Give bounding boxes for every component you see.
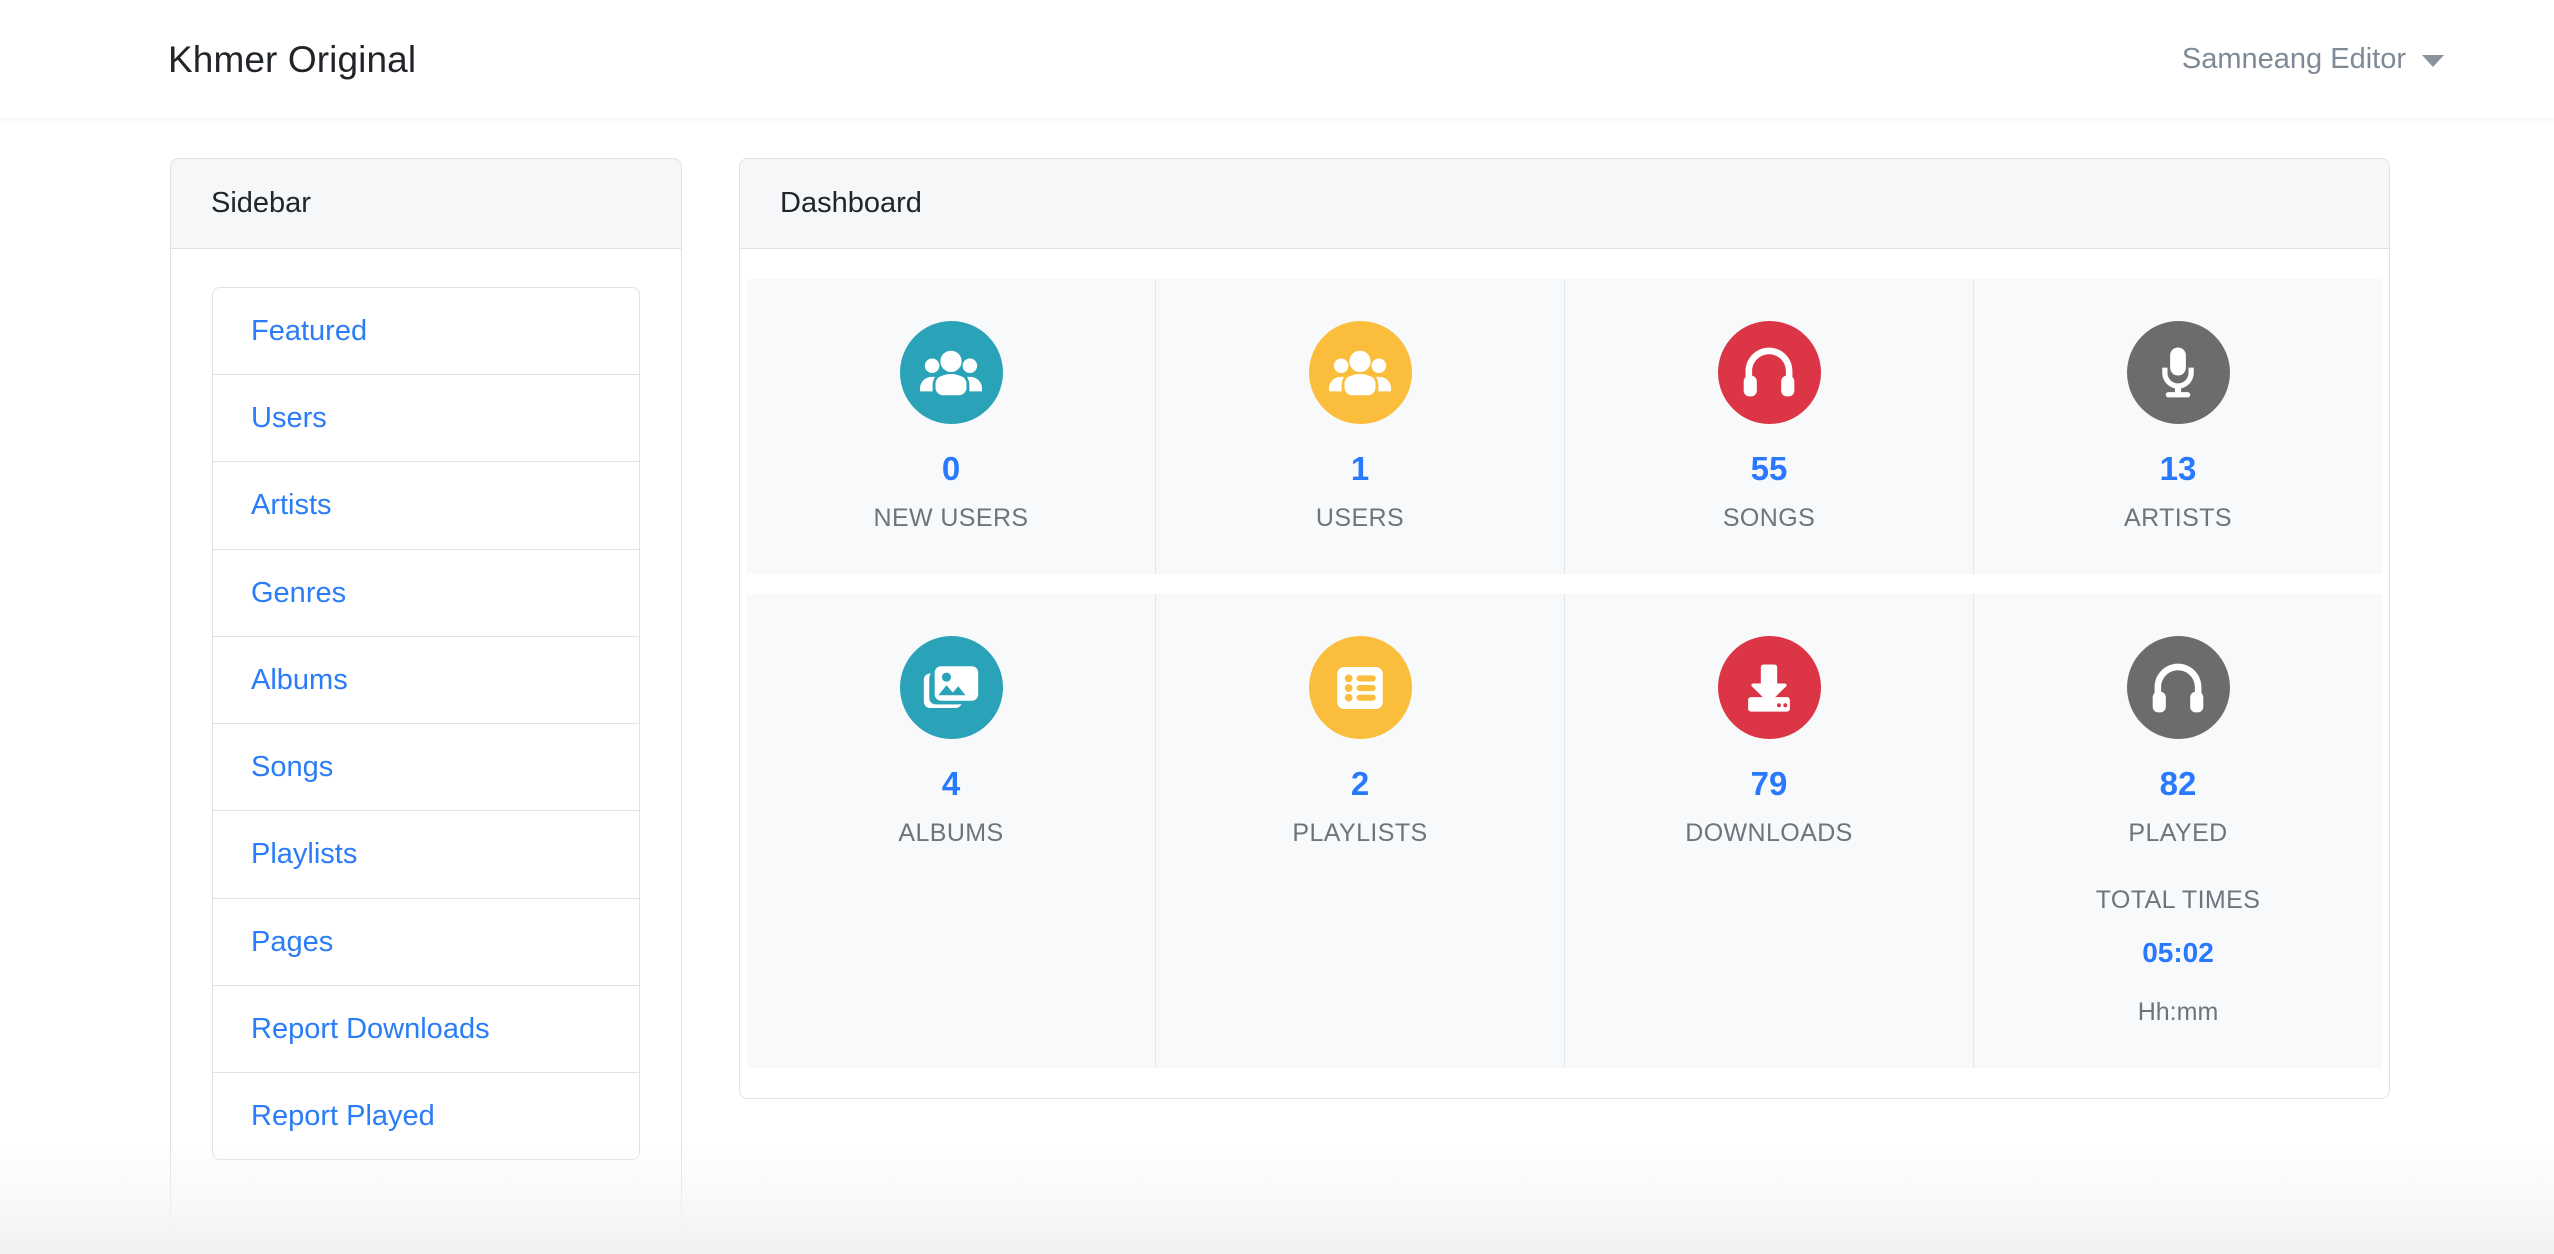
sidebar-item-report-played[interactable]: Report Played [213,1073,639,1160]
stat-label: ARTISTS [2124,503,2232,532]
stat-card-albums[interactable]: 4 ALBUMS [747,594,1155,1069]
stat-card-artists[interactable]: 13 ARTISTS [1973,278,2382,575]
stat-value: 2 [1350,765,1370,803]
stat-value: 55 [1750,449,1788,487]
stat-sub-note: Hh:mm [2137,997,2219,1026]
microphone-icon [2126,320,2230,424]
stat-card-new-users[interactable]: 0 NEW USERS [747,278,1155,575]
sidebar-item-report-downloads[interactable]: Report Downloads [213,985,639,1074]
users-group-icon [1308,320,1412,424]
dashboard-panel: Dashboard 0 NEW USERS 1 USERS 55 SONGS 13 ARTIS… [739,158,2390,1100]
stat-label: NEW USERS [873,503,1029,532]
app-brand-title[interactable]: Khmer Original [168,41,416,78]
stat-value: 13 [2159,449,2197,487]
headphones-icon [1717,320,1821,424]
sidebar-panel: Sidebar Featured Users Artists Genres Albums… [170,158,682,1254]
dashboard-body: 0 NEW USERS 1 USERS 55 SONGS 13 ARTISTS 4 ALBUMS… [740,248,2389,1099]
sidebar-item-pages[interactable]: Pages [213,898,639,986]
stat-value: 1 [1350,449,1370,487]
stat-value: 0 [941,449,961,487]
images-icon [899,636,1003,740]
stat-value: 82 [2159,765,2197,803]
main-layout: Sidebar Featured Users Artists Genres Albums… [0,158,2554,1254]
sidebar-item-featured[interactable]: Featured [213,287,639,376]
stat-label: ALBUMS [898,819,1004,848]
headphones-icon [2126,636,2230,740]
top-navbar: Khmer Original Samneang Editor [0,0,2554,118]
stat-card-playlists[interactable]: 2 PLAYLISTS [1155,594,1564,1069]
stat-label: PLAYED [2128,819,2228,848]
stat-value: 4 [941,765,961,803]
users-group-icon [899,320,1003,424]
sidebar-item-albums[interactable]: Albums [213,636,639,725]
stat-label: SONGS [1722,503,1816,532]
sidebar-title: Sidebar [171,159,681,249]
stat-label: USERS [1315,503,1405,532]
stat-sub-label: TOTAL TIMES [2095,885,2261,914]
stat-label: PLAYLISTS [1292,819,1428,848]
stat-card-songs[interactable]: 55 SONGS [1564,278,1973,575]
sidebar-item-songs[interactable]: Songs [213,724,639,812]
dashboard-title: Dashboard [740,159,2389,249]
sidebar-item-playlists[interactable]: Playlists [213,811,639,899]
sidebar-item-artists[interactable]: Artists [213,462,639,550]
stat-row-bottom: 4 ALBUMS 2 PLAYLISTS 79 DOWNLOADS 82 PLAYED TOTA… [747,594,2382,1069]
sidebar-nav-list: Featured Users Artists Genres Albums Songs Pla… [212,286,640,1161]
stat-row-top: 0 NEW USERS 1 USERS 55 SONGS 13 ARTISTS [747,278,2382,575]
stat-card-played[interactable]: 82 PLAYED TOTAL TIMES 05:02 Hh:mm [1973,594,2382,1069]
sidebar-body: Featured Users Artists Genres Albums Songs Pla… [171,249,681,1202]
user-menu-label: Samneang Editor [2181,42,2406,75]
sidebar-item-genres[interactable]: Genres [213,549,639,637]
stat-card-downloads[interactable]: 79 DOWNLOADS [1564,594,1973,1069]
chevron-down-icon [2422,55,2444,67]
stat-card-users[interactable]: 1 USERS [1155,278,1564,575]
download-icon [1717,636,1821,740]
sidebar-item-users[interactable]: Users [213,375,639,463]
stat-label: DOWNLOADS [1685,819,1853,848]
list-alt-icon [1308,636,1412,740]
page-content: Sidebar Featured Users Artists Genres Albums… [0,118,2554,1254]
stat-sub-value: 05:02 [2142,937,2214,969]
user-menu-dropdown[interactable]: Samneang Editor [2182,43,2444,76]
stat-value: 79 [1750,765,1788,803]
